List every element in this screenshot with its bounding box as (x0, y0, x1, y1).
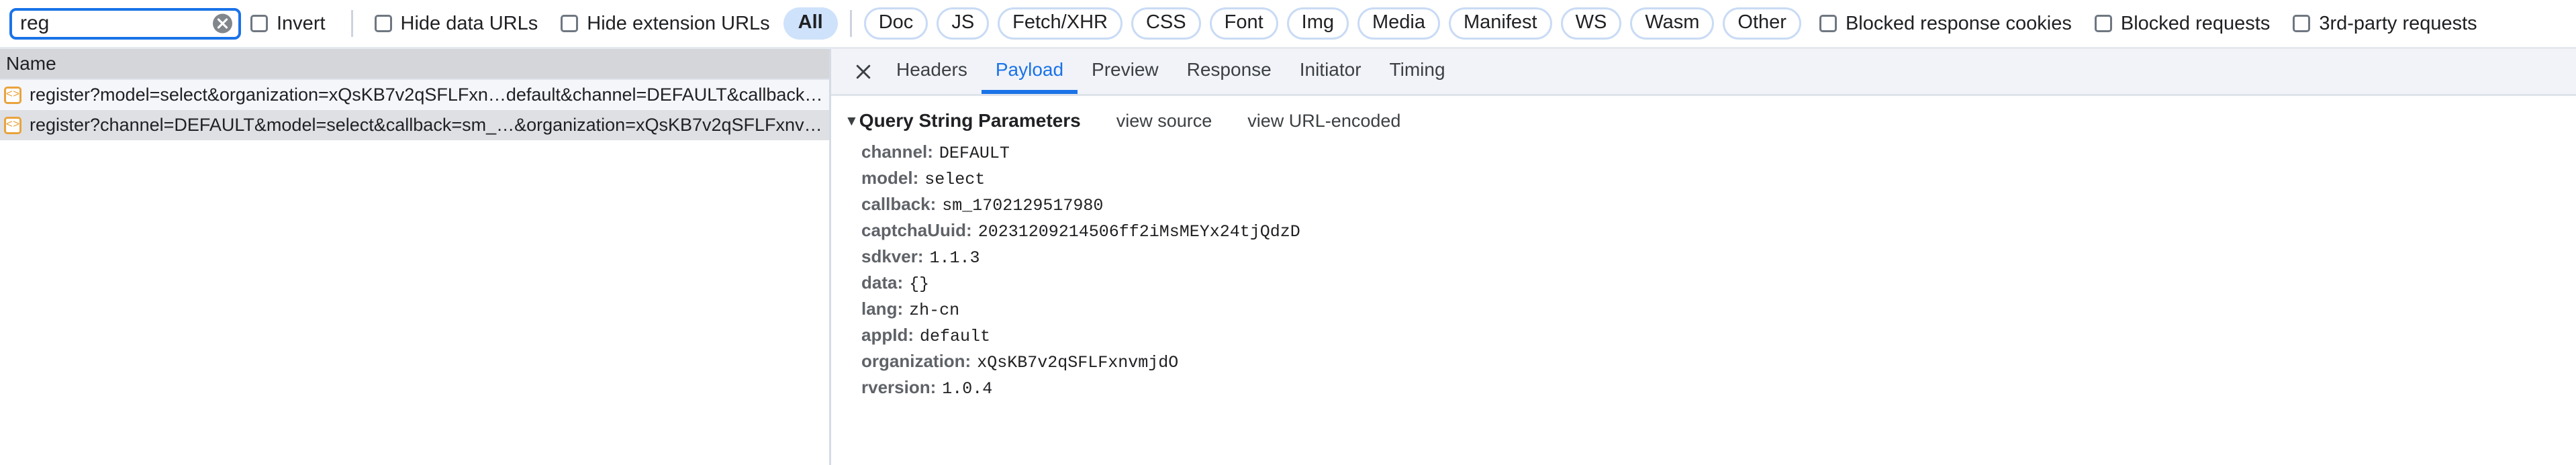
param-value: 20231209214506ff2iMsMEYx24tjQdzD (977, 222, 1300, 242)
param-key: sdkver: (861, 246, 924, 266)
list-item[interactable]: data: {} (861, 272, 2576, 299)
section-title: Query String Parameters (859, 110, 1081, 131)
param-value: sm_1702129517980 (942, 196, 1104, 215)
list-item[interactable]: channel: DEFAULT (861, 142, 2576, 168)
list-item[interactable]: callback: sm_1702129517980 (861, 194, 2576, 220)
request-list-panel: Name <> register?model=select&organizati… (0, 49, 831, 465)
request-name: register?model=select&organization=xQsKB… (30, 85, 829, 105)
payload-content: ▼ Query String Parameters view source vi… (831, 96, 2576, 465)
close-icon[interactable] (845, 49, 882, 94)
param-value: select (924, 170, 986, 189)
list-item[interactable]: rversion: 1.0.4 (861, 377, 2576, 403)
param-value: {} (909, 274, 930, 294)
tab-timing[interactable]: Timing (1376, 49, 1460, 94)
type-filter-img[interactable]: Img (1286, 7, 1349, 40)
chevron-down-icon[interactable]: ▼ (845, 114, 859, 128)
checkbox-hide-extension-urls[interactable]: Hide extension URLs (561, 12, 770, 34)
param-value: xQsKB7v2qSFLFxnvmjdO (977, 353, 1179, 372)
checkbox-3rd-party-requests[interactable]: 3rd-party requests (2293, 12, 2477, 34)
checkbox-label-blocked-requests: Blocked requests (2120, 12, 2271, 34)
list-item[interactable]: sdkver: 1.1.3 (861, 246, 2576, 272)
parameter-list: channel: DEFAULT model: select callback:… (831, 135, 2576, 403)
checkbox-hide-data-urls[interactable]: Hide data URLs (374, 12, 538, 34)
type-filter-other[interactable]: Other (1723, 7, 1801, 40)
xhr-icon: <> (4, 86, 21, 104)
list-item[interactable]: organization: xQsKB7v2qSFLFxnvmjdO (861, 351, 2576, 377)
param-value: DEFAULT (939, 144, 1010, 163)
query-string-parameters-header: ▼ Query String Parameters view source vi… (831, 107, 2576, 135)
param-key: appId: (861, 325, 914, 345)
param-key: callback: (861, 194, 937, 214)
network-panel-body: Name <> register?model=select&organizati… (0, 49, 2576, 465)
type-filter-js[interactable]: JS (937, 7, 990, 40)
checkbox-box-3rd-party-requests[interactable] (2293, 15, 2311, 32)
view-source-link[interactable]: view source (1116, 111, 1212, 132)
type-filter-all[interactable]: All (783, 7, 838, 40)
type-filter-wasm[interactable]: Wasm (1630, 7, 1715, 40)
checkbox-label-hide-extension-urls: Hide extension URLs (587, 12, 770, 34)
type-filter-ws[interactable]: WS (1560, 7, 1622, 40)
view-url-encoded-link[interactable]: view URL-encoded (1247, 111, 1400, 132)
list-item[interactable]: captchaUuid: 20231209214506ff2iMsMEYx24t… (861, 220, 2576, 246)
checkbox-label-blocked-response-cookies: Blocked response cookies (1845, 12, 2072, 34)
type-filter-doc[interactable]: Doc (863, 7, 928, 40)
request-detail-panel: Headers Payload Preview Response Initiat… (831, 49, 2576, 465)
request-list-header: Name (0, 49, 829, 80)
tab-headers[interactable]: Headers (882, 49, 982, 94)
filter-input-wrapper (9, 7, 241, 40)
toolbar-divider-1 (350, 10, 353, 37)
checkbox-blocked-response-cookies[interactable]: Blocked response cookies (1819, 12, 2072, 34)
param-value: 1.1.3 (929, 248, 980, 268)
filter-input[interactable] (9, 7, 241, 40)
checkbox-label-3rd-party-requests: 3rd-party requests (2319, 12, 2477, 34)
param-key: data: (861, 272, 904, 293)
checkbox-box-hide-data-urls[interactable] (374, 15, 392, 32)
detail-tab-bar: Headers Payload Preview Response Initiat… (831, 49, 2576, 96)
type-filter-css[interactable]: CSS (1131, 7, 1201, 40)
param-value: 1.0.4 (942, 379, 993, 399)
param-key: channel: (861, 142, 933, 162)
tab-initiator[interactable]: Initiator (1286, 49, 1376, 94)
tab-response[interactable]: Response (1173, 49, 1286, 94)
xhr-icon: <> (4, 116, 21, 134)
checkbox-invert[interactable]: Invert (250, 12, 326, 34)
param-key: model: (861, 168, 919, 188)
param-key: rversion: (861, 377, 937, 397)
list-item[interactable]: appId: default (861, 325, 2576, 351)
request-name: register?channel=DEFAULT&model=select&ca… (30, 115, 829, 135)
checkbox-label-invert: Invert (277, 12, 326, 34)
type-filter-media[interactable]: Media (1357, 7, 1440, 40)
param-key: captchaUuid: (861, 220, 972, 240)
toolbar-divider-2 (849, 10, 852, 37)
checkbox-blocked-requests[interactable]: Blocked requests (2094, 12, 2271, 34)
tab-payload[interactable]: Payload (981, 49, 1078, 94)
table-row[interactable]: <> register?channel=DEFAULT&model=select… (0, 110, 829, 140)
checkbox-box-hide-extension-urls[interactable] (561, 15, 579, 32)
param-value: zh-cn (909, 301, 960, 320)
list-item[interactable]: lang: zh-cn (861, 299, 2576, 325)
list-item[interactable]: model: select (861, 168, 2576, 194)
clear-icon[interactable] (213, 13, 232, 34)
tab-preview[interactable]: Preview (1078, 49, 1173, 94)
checkbox-box-blocked-requests[interactable] (2094, 15, 2112, 32)
param-key: lang: (861, 299, 904, 319)
type-filter-font[interactable]: Font (1209, 7, 1278, 40)
checkbox-box-blocked-response-cookies[interactable] (1819, 15, 1837, 32)
checkbox-box-invert[interactable] (250, 15, 268, 32)
param-value: default (920, 327, 991, 346)
type-filter-fetch-xhr[interactable]: Fetch/XHR (998, 7, 1123, 40)
type-filter-manifest[interactable]: Manifest (1449, 7, 1552, 40)
column-header-name[interactable]: Name (6, 53, 56, 74)
network-filter-toolbar: Invert Hide data URLs Hide extension URL… (0, 0, 2576, 49)
table-row[interactable]: <> register?model=select&organization=xQ… (0, 80, 829, 110)
param-key: organization: (861, 351, 971, 371)
checkbox-label-hide-data-urls: Hide data URLs (400, 12, 538, 34)
